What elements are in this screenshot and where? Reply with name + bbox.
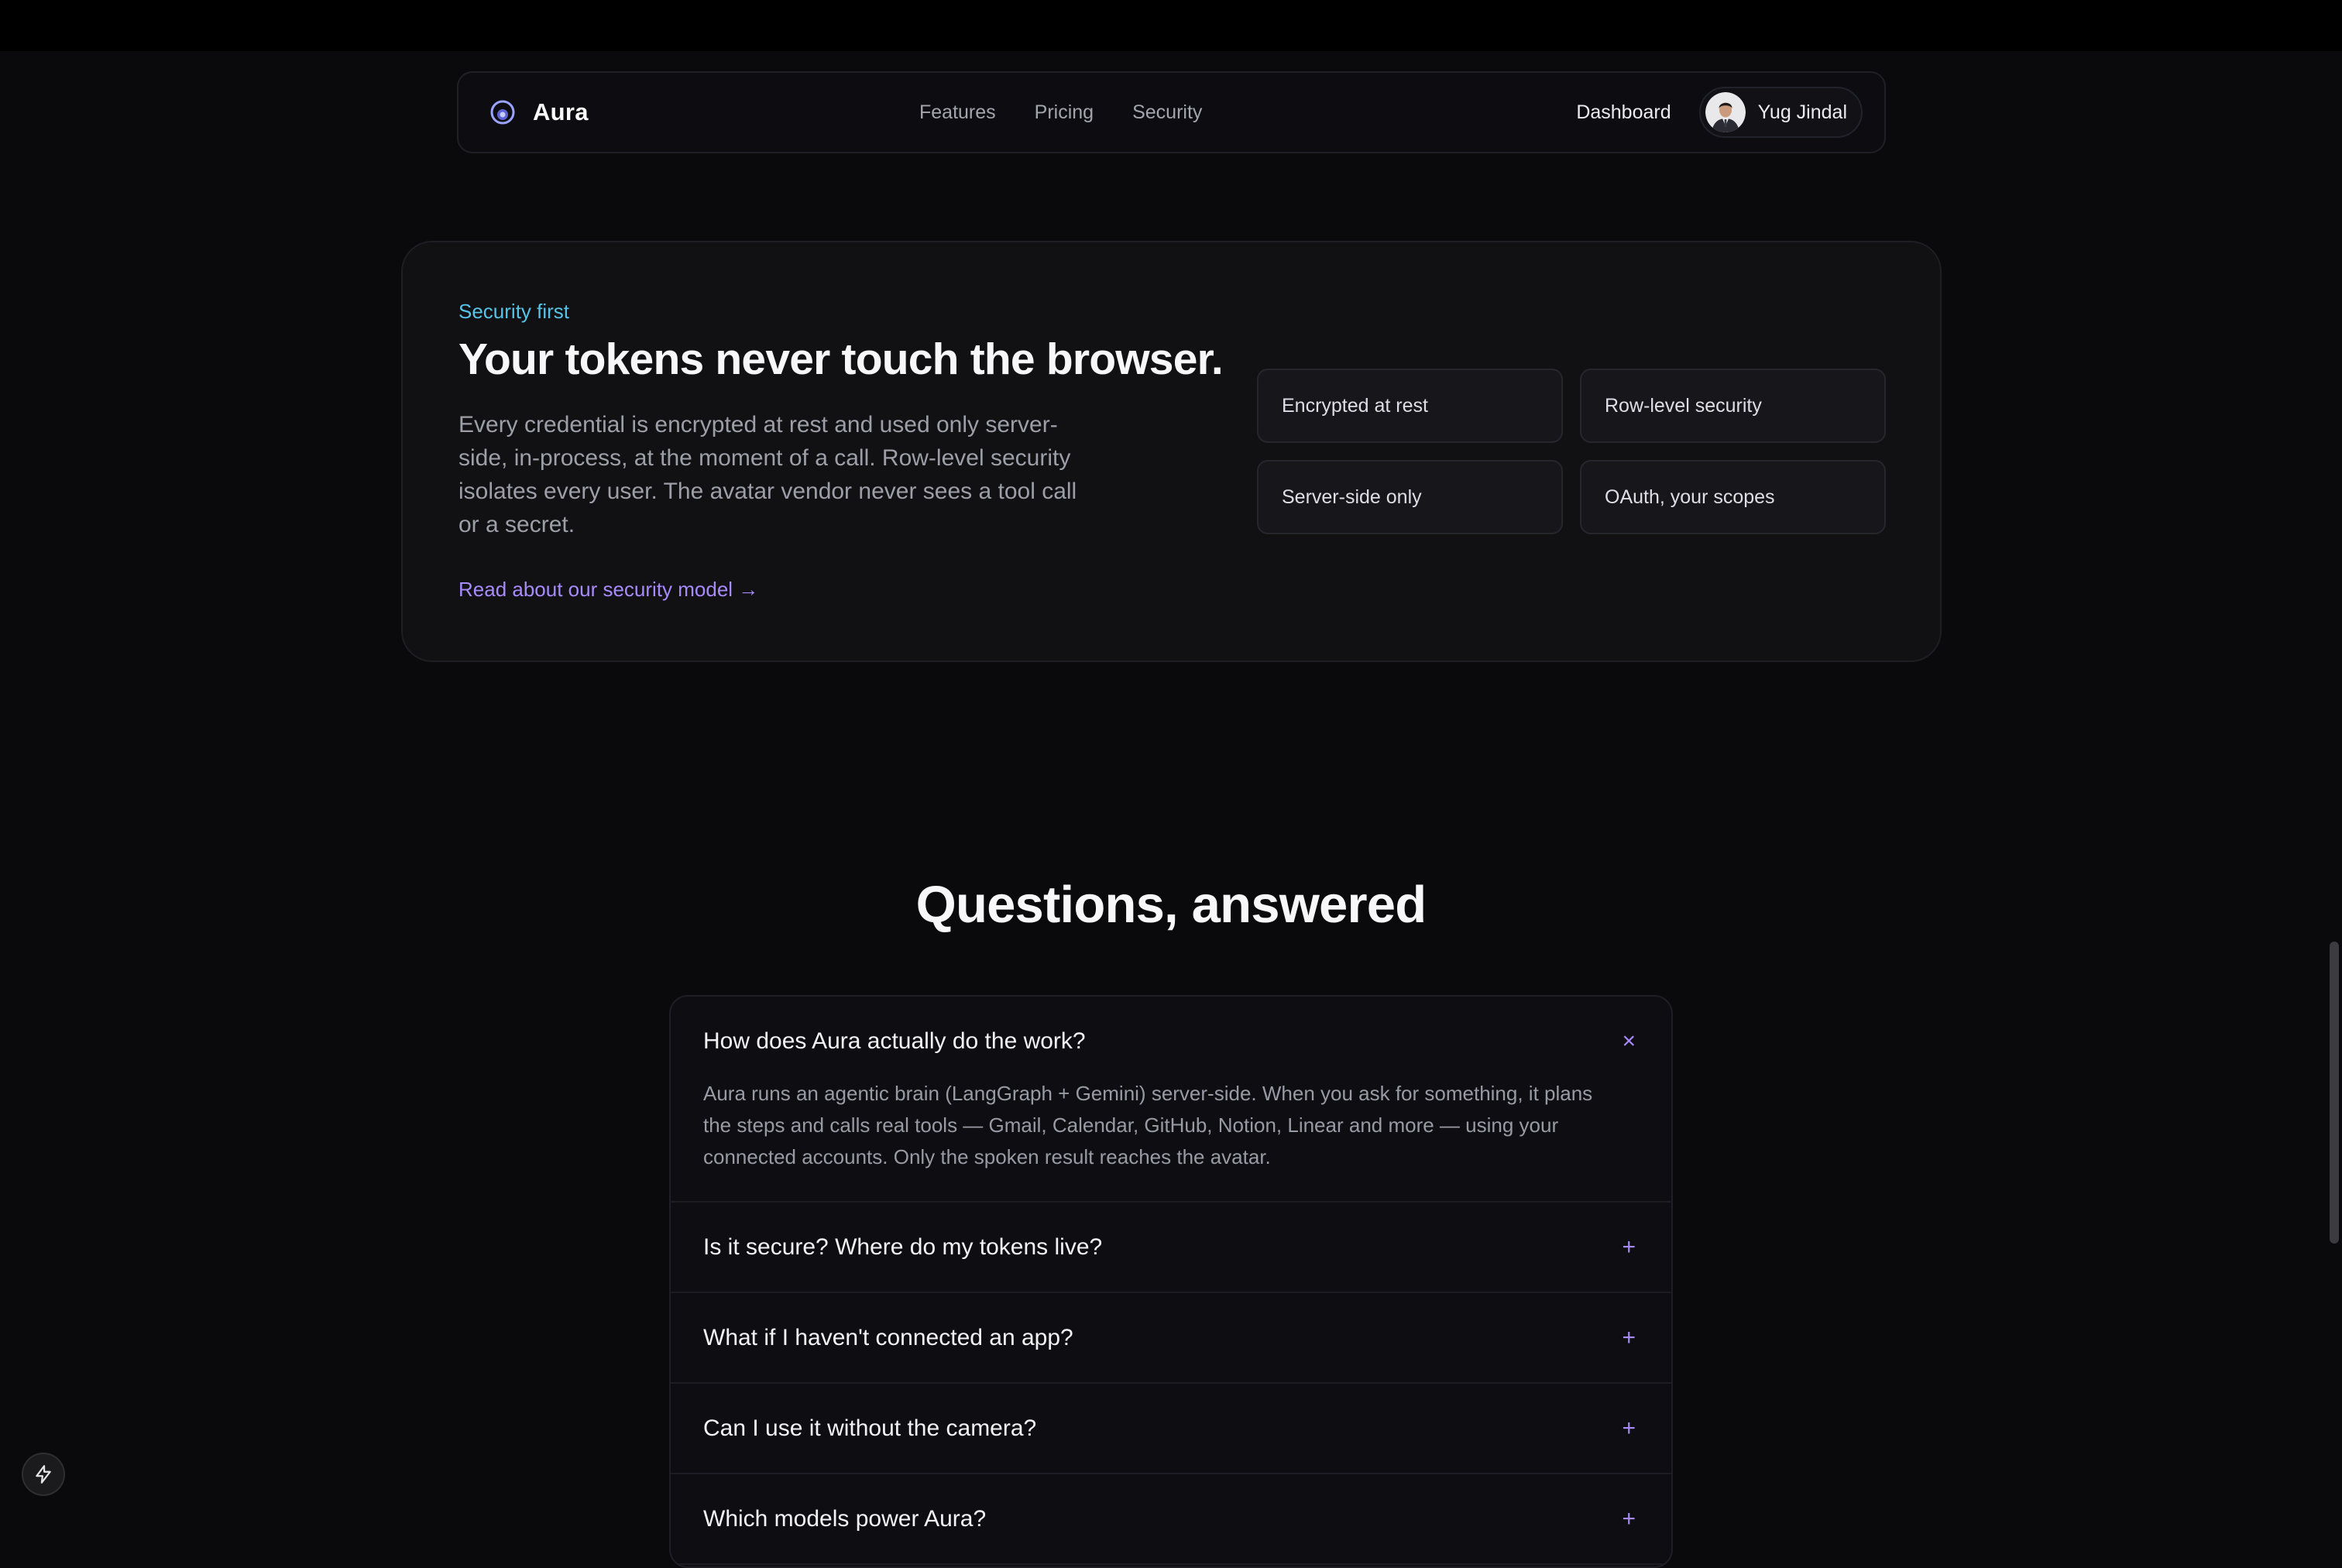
brand[interactable]: Aura: [489, 73, 589, 152]
dev-tools-button[interactable]: [22, 1453, 65, 1496]
security-section: Security first Your tokens never touch t…: [401, 241, 1942, 662]
plus-icon[interactable]: +: [1622, 1293, 1636, 1382]
top-navigation: Aura Features Pricing Security Dashboard…: [457, 71, 1886, 153]
security-description: Every credential is encrypted at rest an…: [458, 412, 1077, 537]
lightning-bolt-icon: [36, 1465, 51, 1484]
faq-item: Can I use it without the camera? +: [671, 1384, 1671, 1474]
faq-item: What if I haven't connected an app? +: [671, 1293, 1671, 1384]
user-menu-button[interactable]: Yug Jindal: [1698, 87, 1863, 138]
faq-title: Questions, answered: [915, 876, 1427, 934]
feature-encrypted-at-rest: Encrypted at rest: [1257, 369, 1563, 443]
security-model-link[interactable]: Read about our security model →: [458, 578, 758, 602]
nav-link-security[interactable]: Security: [1132, 101, 1202, 124]
user-name: Yug Jindal: [1757, 101, 1847, 123]
close-icon[interactable]: ×: [1622, 997, 1636, 1086]
feature-server-side-only: Server-side only: [1257, 460, 1563, 534]
nav-links: Features Pricing Security: [919, 73, 1202, 152]
brand-name: Aura: [533, 98, 589, 125]
security-title: Your tokens never touch the browser.: [458, 335, 1224, 384]
faq-question[interactable]: Which models power Aura?: [671, 1474, 1671, 1563]
nav-link-features[interactable]: Features: [919, 101, 996, 124]
aura-logo-icon: [490, 100, 515, 125]
dashboard-link[interactable]: Dashboard: [1576, 101, 1671, 124]
plus-icon[interactable]: +: [1622, 1203, 1636, 1292]
faq-answer: Aura runs an agentic brain (LangGraph + …: [703, 1082, 1593, 1168]
faq-question[interactable]: Is it secure? Where do my tokens live?: [671, 1203, 1671, 1292]
faq-question[interactable]: What if I haven't connected an app?: [671, 1293, 1671, 1382]
feature-oauth-scopes: OAuth, your scopes: [1580, 460, 1886, 534]
avatar: [1705, 92, 1746, 132]
security-eyebrow: Security first: [458, 300, 570, 323]
plus-icon[interactable]: +: [1622, 1474, 1636, 1563]
faq-item: Is it secure? Where do my tokens live? +: [671, 1203, 1671, 1293]
faq-question[interactable]: Can I use it without the camera?: [671, 1384, 1671, 1473]
faq-item: Which models power Aura? +: [671, 1474, 1671, 1565]
security-features: Encrypted at rest Row-level security Ser…: [1257, 369, 1886, 534]
nav-link-pricing[interactable]: Pricing: [1035, 101, 1094, 124]
faq-accordion: How does Aura actually do the work? × Au…: [669, 995, 1673, 1568]
faq-question[interactable]: How does Aura actually do the work?: [671, 997, 1671, 1086]
faq-item: How does Aura actually do the work? × Au…: [671, 997, 1671, 1203]
plus-icon[interactable]: +: [1622, 1384, 1636, 1473]
nav-actions: Dashboard Yug Jindal: [1576, 73, 1863, 152]
scrollbar[interactable]: [2325, 51, 2342, 1521]
browser-top-bar: [0, 0, 2342, 51]
scrollbar-thumb[interactable]: [2330, 942, 2339, 1244]
feature-row-level-security: Row-level security: [1580, 369, 1886, 443]
